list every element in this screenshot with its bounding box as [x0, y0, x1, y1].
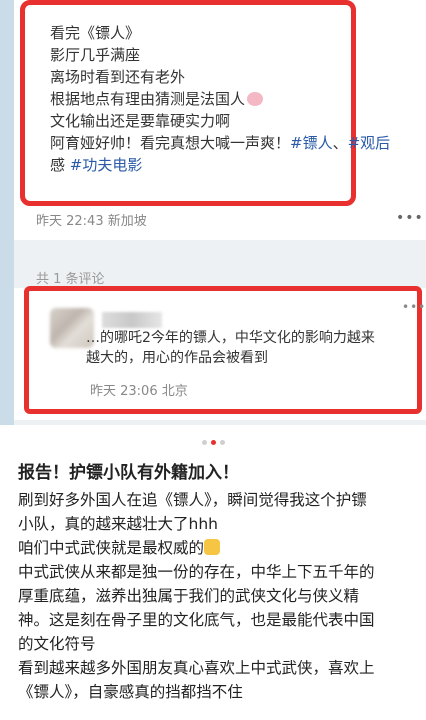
article-body: 刷到好多外国人在追《镖人》，瞬间觉得我这个护镖 小队，真的越来越壮大了hhh 咱…	[18, 488, 418, 704]
comment-text: …的哪吒2今年的镖人，中华文化的影响力越来 越大的，用心的作品会被看到	[86, 328, 412, 368]
article-line: 小队，真的越来越壮大了hhh	[18, 515, 218, 533]
comment-count: 共 1 条评论	[36, 272, 105, 287]
article-line: 厚重底蕴，滋养出独属于我们的武侠文化与侠义精	[18, 587, 360, 605]
article-line: 中式武侠从来都是独一份的存在，中华上下五千年的	[18, 563, 375, 581]
comment-line: …的哪吒2今年的镖人，中华文化的影响力越来	[86, 330, 375, 346]
post-line: 根据地点有理由猜测是法国人	[50, 88, 350, 110]
pager-dot-active[interactable]	[210, 440, 216, 445]
pig-face-icon	[247, 92, 264, 106]
post-line-text: 根据地点有理由猜测是法国人	[50, 90, 246, 108]
fist-icon	[204, 539, 221, 555]
post-line-text: 感	[50, 156, 66, 174]
pager-dot[interactable]	[219, 440, 225, 445]
comment-card: ••• …的哪吒2今年的镖人，中华文化的影响力越来 越大的，用心的作品会被看到 …	[14, 286, 426, 420]
article-title: 报告！护镖小队有外籍加入！	[18, 463, 239, 483]
hashtag-biaoren[interactable]: #镖人	[290, 134, 333, 152]
post-line: 影厅几乎满座	[50, 46, 141, 64]
article-line: 的文化符号	[18, 635, 96, 653]
post-timestamp: 昨天 22:43 新加坡	[36, 214, 147, 229]
post-line-text: 阿育娅好帅！看完真想大喊一声爽！	[50, 134, 291, 152]
article-line: 神。这是刻在骨子里的文化底气，也是最能代表中国	[18, 611, 375, 629]
post-text: 看完《镖人》 影厅几乎满座 离场时看到还有老外 根据地点有理由猜测是法国人 文化…	[50, 22, 391, 176]
article-line: 《镖人》，自豪感真的挡都挡不住	[18, 683, 243, 701]
article-line: 看到越来越多外国朋友真心喜欢上中式武侠，喜欢上	[18, 659, 375, 677]
commenter-name-blurred	[102, 312, 162, 328]
article-line-text: 咱们中式武侠就是最权威的	[18, 539, 205, 557]
screenshot-panel: 看完《镖人》 影厅几乎满座 离场时看到还有老外 根据地点有理由猜测是法国人 文化…	[0, 0, 426, 425]
post-card: 看完《镖人》 影厅几乎满座 离场时看到还有老外 根据地点有理由猜测是法国人 文化…	[14, 0, 426, 240]
pager-dot[interactable]	[201, 440, 207, 445]
article-line: 刷到好多外国人在追《镖人》，瞬间觉得我这个护镖	[18, 491, 367, 509]
comment-timestamp: 昨天 23:06 北京	[90, 384, 188, 399]
article-line: 咱们中式武侠就是最权威的	[18, 536, 418, 560]
post-line: 感 #功夫电影	[50, 154, 350, 176]
comment-line: 越大的，用心的作品会被看到	[86, 350, 268, 366]
hashtag-guanhou[interactable]: #观后	[348, 134, 391, 152]
hashtag-kungfu[interactable]: #功夫电影	[70, 156, 143, 174]
left-edge-strip	[0, 0, 14, 425]
more-icon[interactable]: •••	[402, 300, 426, 314]
post-line: 看完《镖人》	[50, 24, 141, 42]
post-line: 离场时看到还有老外	[50, 68, 186, 86]
image-pager	[0, 430, 426, 445]
post-line: 阿育娅好帅！看完真想大喊一声爽！#镖人、#观后	[50, 134, 391, 152]
post-line: 文化输出还是要靠硬实力啊	[50, 112, 231, 130]
more-icon[interactable]: •••	[396, 210, 424, 226]
